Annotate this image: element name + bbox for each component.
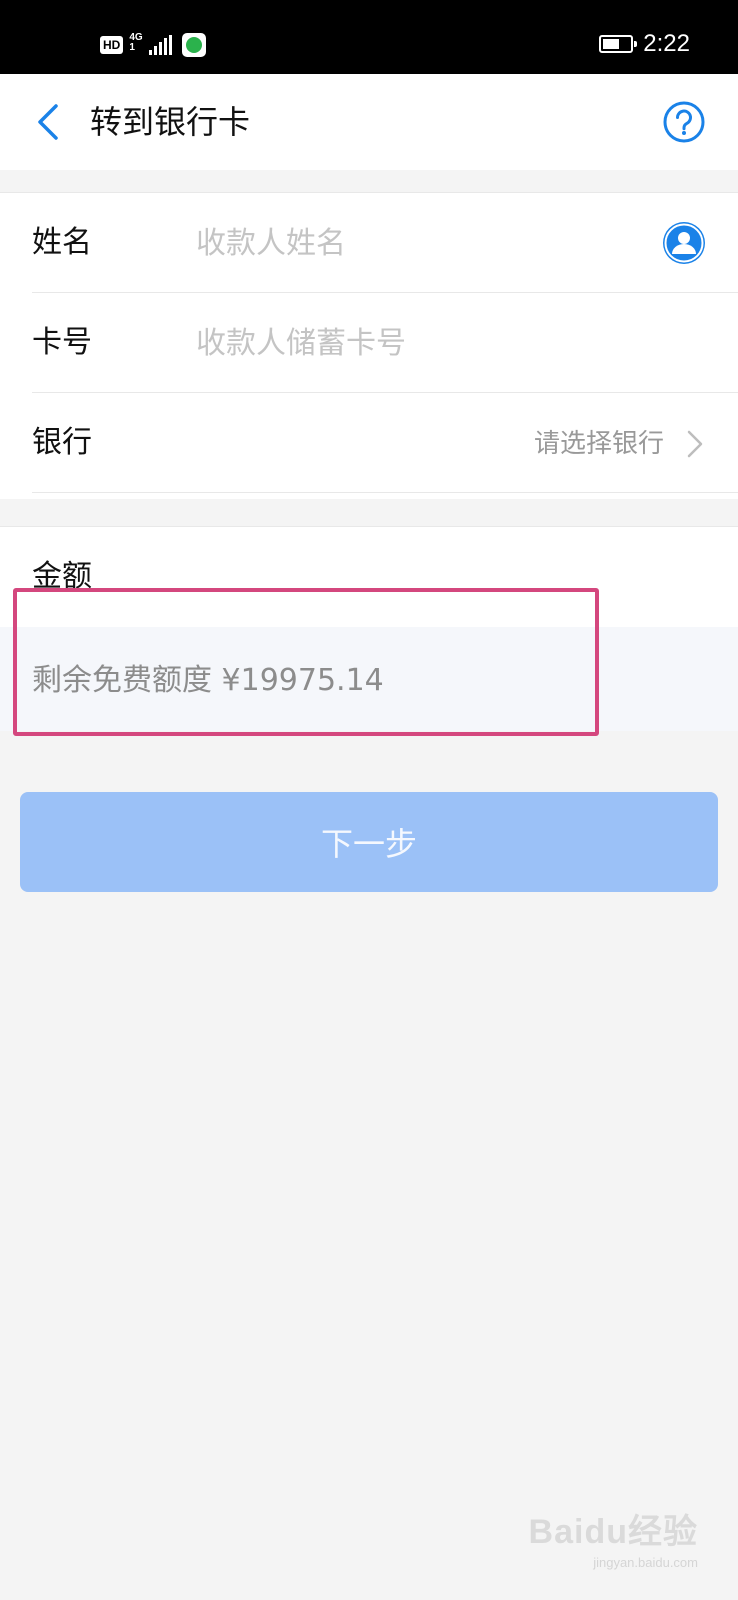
card-label: 卡号 [32, 325, 92, 360]
name-label: 姓名 [32, 225, 92, 260]
status-left: HD 4G 1 [100, 33, 206, 57]
bank-label: 银行 [32, 425, 92, 460]
watermark-url: jingyan.baidu.com [593, 1555, 698, 1570]
wechat-notification-icon [181, 33, 206, 57]
battery-icon [599, 35, 638, 53]
next-step-button[interactable]: 下一步 [20, 792, 718, 892]
bank-row[interactable]: 银行 请选择银行 [0, 393, 738, 493]
network-label: 4G 1 [129, 33, 142, 53]
card-row: 卡号 [0, 293, 738, 393]
next-step-label: 下一步 [320, 825, 417, 863]
status-right: 2:22 [599, 30, 690, 58]
row-divider [32, 492, 738, 493]
status-bar: HD 4G 1 2:22 [0, 0, 738, 74]
network-sub: 1 [129, 42, 135, 53]
page-title: 转到银行卡 [90, 103, 251, 141]
nav-bar: 转到银行卡 [0, 74, 738, 170]
back-button[interactable] [28, 100, 68, 144]
name-input[interactable] [196, 221, 636, 265]
card-number-input[interactable] [196, 321, 636, 365]
highlight-annotation-box [13, 588, 599, 736]
status-time: 2:22 [643, 30, 690, 57]
battery-level [603, 39, 620, 49]
question-circle-icon [663, 101, 705, 143]
baidu-watermark: Baidu经验 jingyan.baidu.com [529, 1504, 698, 1570]
contact-picker-button[interactable] [662, 221, 706, 265]
recipient-form: 姓名 卡号 银行 请选择银行 [0, 192, 738, 499]
watermark-logo: Baidu经验 [528, 1513, 698, 1551]
signal-icon [148, 35, 172, 55]
person-icon [663, 222, 705, 264]
chevron-right-icon [687, 430, 703, 458]
help-button[interactable] [662, 100, 706, 144]
hd-badge: HD [100, 36, 124, 54]
bank-select-placeholder[interactable]: 请选择银行 [534, 427, 664, 461]
name-row: 姓名 [0, 193, 738, 293]
chevron-left-icon [38, 104, 58, 140]
